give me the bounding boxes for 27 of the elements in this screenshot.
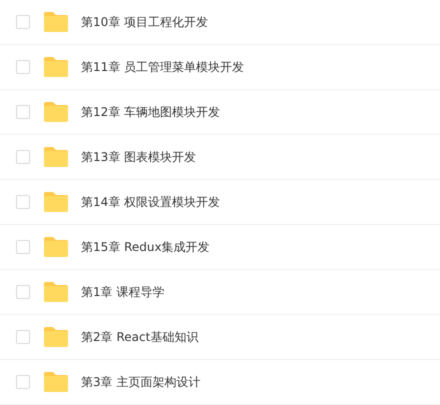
checkbox[interactable]	[16, 15, 30, 29]
folder-icon	[43, 56, 69, 78]
folder-icon	[43, 191, 69, 213]
folder-icon	[43, 11, 69, 33]
folder-name[interactable]: 第12章 车辆地图模块开发	[81, 103, 220, 121]
checkbox[interactable]	[16, 150, 30, 164]
checkbox[interactable]	[16, 285, 30, 299]
folder-name[interactable]: 第13章 图表模块开发	[81, 148, 196, 166]
folder-icon	[43, 146, 69, 168]
folder-name[interactable]: 第1章 课程导学	[81, 283, 164, 301]
folder-name[interactable]: 第10章 项目工程化开发	[81, 13, 208, 31]
checkbox[interactable]	[16, 240, 30, 254]
checkbox[interactable]	[16, 330, 30, 344]
folder-icon	[43, 236, 69, 258]
folder-icon	[43, 281, 69, 303]
folder-name[interactable]: 第3章 主页面架构设计	[81, 373, 200, 391]
checkbox[interactable]	[16, 60, 30, 74]
folder-name[interactable]: 第15章 Redux集成开发	[81, 238, 210, 256]
checkbox[interactable]	[16, 195, 30, 209]
folder-icon	[43, 326, 69, 348]
checkbox[interactable]	[16, 105, 30, 119]
folder-name[interactable]: 第14章 权限设置模块开发	[81, 193, 220, 211]
folder-name[interactable]: 第11章 员工管理菜单模块开发	[81, 58, 244, 76]
checkbox[interactable]	[16, 375, 30, 389]
folder-icon	[43, 371, 69, 393]
folder-icon	[43, 101, 69, 123]
folder-name[interactable]: 第2章 React基础知识	[81, 328, 198, 346]
